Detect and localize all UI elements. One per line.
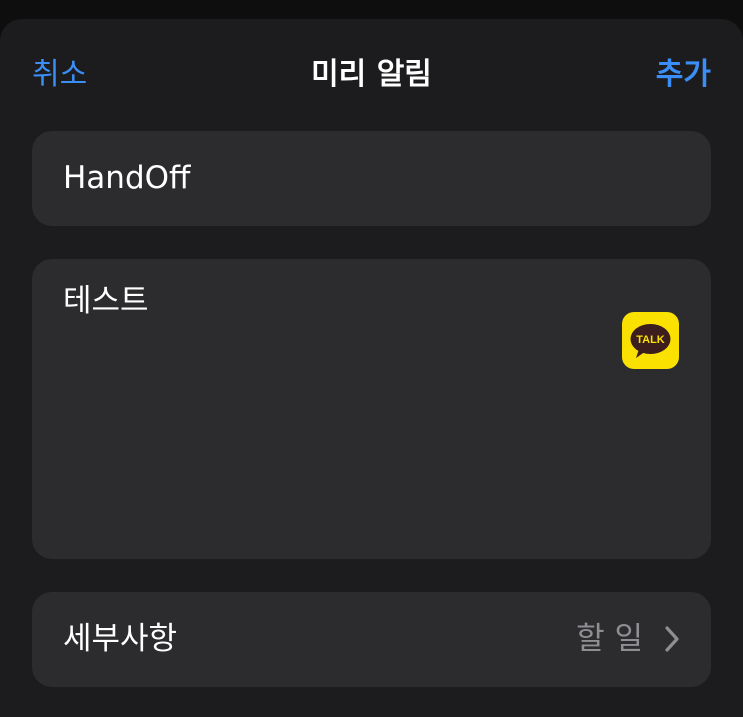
title-field-card: HandOff <box>32 131 711 226</box>
kakaotalk-icon-text: TALK <box>636 334 665 346</box>
page-title: 미리 알림 <box>311 57 432 92</box>
add-button[interactable]: 추가 <box>656 55 711 95</box>
notes-field-card: 테스트 TALK <box>32 259 711 559</box>
kakaotalk-icon[interactable]: TALK <box>622 312 679 369</box>
details-row[interactable]: 세부사항 할 일 <box>32 592 711 687</box>
title-field[interactable]: HandOff <box>63 131 190 226</box>
details-label: 세부사항 <box>63 621 178 657</box>
reminder-sheet: 취소 미리 알림 추가 HandOff 테스트 TALK 세부사항 할 일 <box>0 19 743 717</box>
chevron-right-icon <box>665 626 679 652</box>
notes-field[interactable]: 테스트 <box>63 281 149 321</box>
kakaotalk-bubble-icon: TALK <box>630 324 671 358</box>
nav-bar: 취소 미리 알림 추가 <box>0 19 743 129</box>
details-value: 할 일 <box>576 621 643 657</box>
